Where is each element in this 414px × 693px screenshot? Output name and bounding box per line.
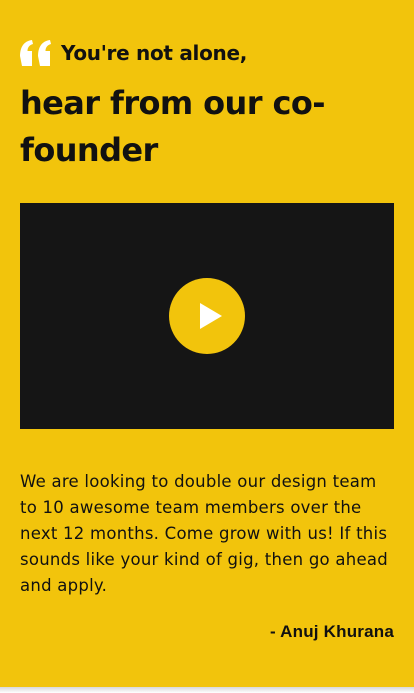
video-player[interactable] xyxy=(20,203,394,429)
card-shadow xyxy=(0,687,414,693)
subtitle-row: You're not alone, xyxy=(20,38,247,68)
page-title: hear from our co-founder xyxy=(20,84,326,169)
play-button[interactable] xyxy=(169,278,245,354)
testimonial-text: We are looking to double our design team… xyxy=(20,472,388,595)
play-icon xyxy=(200,303,222,329)
author-name: - Anuj Khurana xyxy=(270,622,394,641)
subtitle: You're not alone, xyxy=(61,41,248,65)
testimonial-card: You're not alone, hear from our co-found… xyxy=(0,0,414,687)
quote-icon xyxy=(20,40,52,66)
